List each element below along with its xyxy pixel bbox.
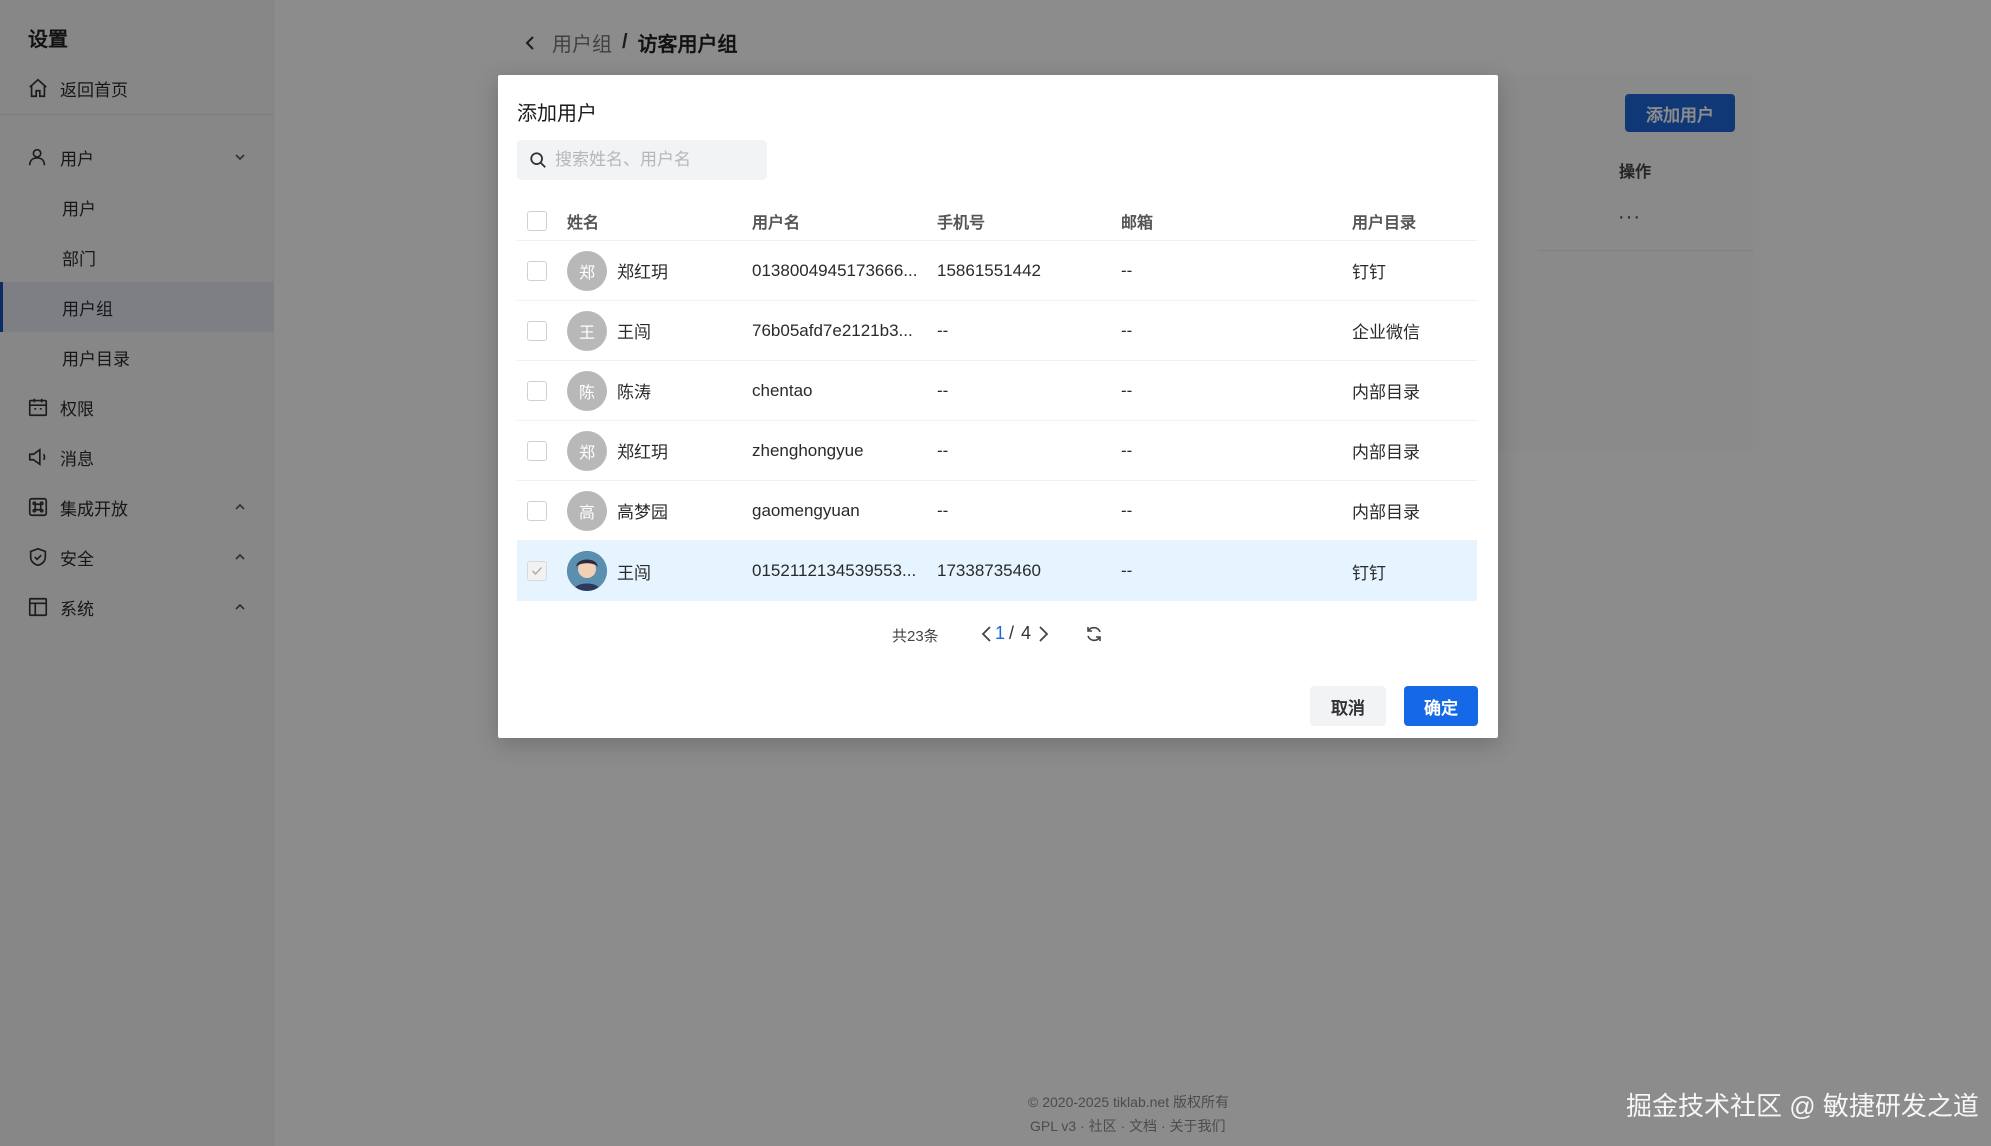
directory-cell: 内部目录 <box>1352 503 1420 522</box>
header-phone: 手机号 <box>937 214 986 232</box>
table-row[interactable]: 王王闯 76b05afd7e2121b3... -- -- 企业微信 <box>517 301 1477 361</box>
row-checkbox-cell <box>527 301 547 360</box>
row-checkbox-cell <box>527 541 547 601</box>
email-cell: -- <box>1121 380 1133 400</box>
search-input[interactable] <box>555 150 755 170</box>
confirm-button[interactable]: 确定 <box>1404 686 1478 726</box>
chevron-left-icon[interactable] <box>978 624 996 644</box>
search-box[interactable] <box>517 140 767 180</box>
directory-cell: 内部目录 <box>1352 443 1420 462</box>
pagination-current-page: 1 <box>995 623 1006 643</box>
avatar: 高 <box>567 490 607 531</box>
refresh-icon[interactable] <box>1084 624 1104 644</box>
user-table: 姓名 用户名 手机号 邮箱 用户目录 郑郑红玥 0138004945173666… <box>517 201 1477 601</box>
pagination-total-pages: 4 <box>1021 623 1032 643</box>
username-cell: gaomengyuan <box>752 500 860 520</box>
row-checkbox[interactable] <box>527 500 547 521</box>
search-icon <box>530 152 546 168</box>
row-checkbox[interactable] <box>527 260 547 281</box>
table-row[interactable]: 陈陈涛 chentao -- -- 内部目录 <box>517 361 1477 421</box>
row-checkbox[interactable] <box>527 380 547 401</box>
user-name: 郑红玥 <box>617 443 668 462</box>
phone-cell: -- <box>937 380 949 400</box>
user-name: 王闯 <box>617 323 651 342</box>
avatar: 郑 <box>567 250 607 291</box>
phone-cell: -- <box>937 320 949 340</box>
pagination-total: 共23条 <box>892 628 939 645</box>
avatar: 郑 <box>567 430 607 471</box>
avatar: 陈 <box>567 370 607 411</box>
username-cell: 0152112134539553... <box>752 561 917 580</box>
table-header: 姓名 用户名 手机号 邮箱 用户目录 <box>517 201 1477 241</box>
row-checkbox[interactable] <box>527 320 547 341</box>
user-name: 王闯 <box>617 563 651 583</box>
username-cell: zhenghongyue <box>752 440 864 460</box>
directory-cell: 钉钉 <box>1352 563 1386 583</box>
row-checkbox-cell <box>527 361 547 420</box>
header-directory: 用户目录 <box>1352 214 1417 232</box>
username-cell: 76b05afd7e2121b3... <box>752 320 913 340</box>
phone-cell: -- <box>937 500 949 520</box>
name-cell: 郑郑红玥 <box>567 241 668 300</box>
email-cell: -- <box>1121 440 1133 460</box>
avatar-photo <box>567 551 607 591</box>
select-all-checkbox[interactable] <box>527 210 547 231</box>
email-cell: -- <box>1121 320 1133 340</box>
phone-cell: 15861551442 <box>937 260 1042 280</box>
table-row[interactable]: 郑郑红玥 zhenghongyue -- -- 内部目录 <box>517 421 1477 481</box>
header-name: 姓名 <box>567 214 600 232</box>
name-cell: 王闯 <box>567 541 651 601</box>
row-checkbox-cell <box>527 481 547 540</box>
check-icon <box>531 566 543 576</box>
header-email: 邮箱 <box>1121 214 1154 232</box>
table-row[interactable]: 郑郑红玥 0138004945173666... 15861551442 -- … <box>517 241 1477 301</box>
directory-cell: 钉钉 <box>1352 263 1386 282</box>
row-checkbox-cell <box>527 241 547 300</box>
pagination-separator: / <box>1009 623 1015 643</box>
directory-cell: 企业微信 <box>1352 323 1420 342</box>
header-checkbox-cell <box>527 201 547 240</box>
chevron-right-icon[interactable] <box>1034 624 1052 644</box>
email-cell: -- <box>1121 500 1133 520</box>
user-name: 高梦园 <box>617 503 668 522</box>
pagination: 共23条 1 / 4 <box>498 619 1498 649</box>
profile-photo-icon <box>567 551 607 591</box>
row-checkbox-checked[interactable] <box>527 561 547 581</box>
name-cell: 陈陈涛 <box>567 361 651 420</box>
avatar: 王 <box>567 310 607 351</box>
table-row-selected[interactable]: 王闯 0152112134539553... 17338735460 -- 钉钉 <box>517 541 1477 601</box>
user-name: 郑红玥 <box>617 263 668 282</box>
row-checkbox-cell <box>527 421 547 480</box>
username-cell: 0138004945173666... <box>752 260 918 280</box>
username-cell: chentao <box>752 380 813 400</box>
row-checkbox[interactable] <box>527 440 547 461</box>
phone-cell: -- <box>937 440 949 460</box>
name-cell: 高高梦园 <box>567 481 668 540</box>
email-cell: -- <box>1121 561 1133 580</box>
email-cell: -- <box>1121 260 1133 280</box>
phone-cell: 17338735460 <box>937 561 1042 580</box>
header-username: 用户名 <box>752 214 801 232</box>
user-name: 陈涛 <box>617 383 651 402</box>
name-cell: 郑郑红玥 <box>567 421 668 480</box>
table-row[interactable]: 高高梦园 gaomengyuan -- -- 内部目录 <box>517 481 1477 541</box>
directory-cell: 内部目录 <box>1352 383 1420 402</box>
name-cell: 王王闯 <box>567 301 651 360</box>
watermark: 掘金技术社区 @ 敏捷研发之道 <box>1626 1091 1979 1121</box>
cancel-button[interactable]: 取消 <box>1310 686 1386 726</box>
modal-title: 添加用户 <box>517 103 597 125</box>
add-user-modal: 添加用户 姓名 用户名 手机号 邮箱 用户目录 郑郑红玥 01380049451… <box>498 75 1498 738</box>
